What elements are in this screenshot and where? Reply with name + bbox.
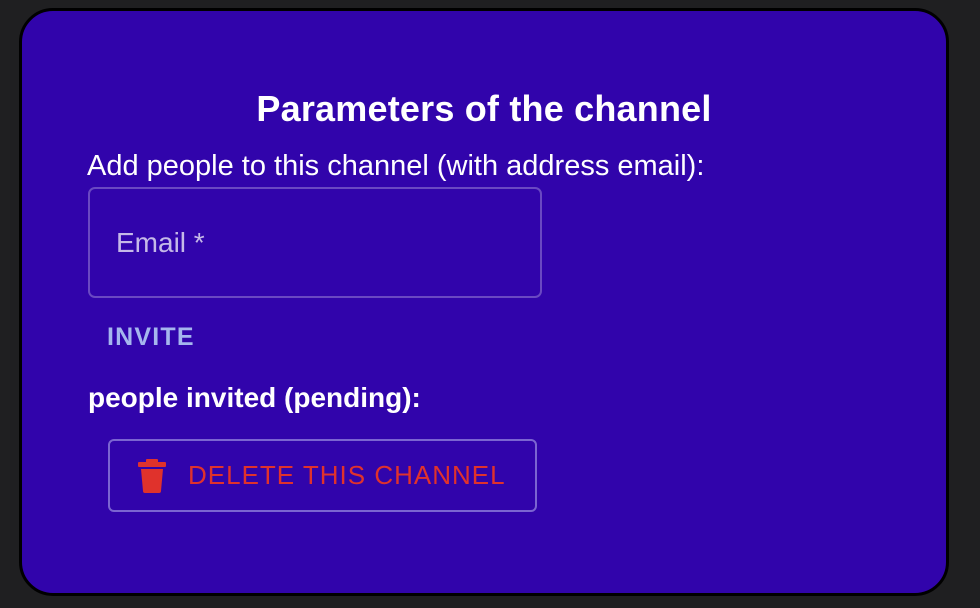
- email-field[interactable]: [88, 187, 542, 298]
- channel-parameters-dialog: Parameters of the channel Add people to …: [19, 8, 949, 596]
- delete-channel-button[interactable]: DELETE THIS CHANNEL: [108, 439, 537, 512]
- email-input[interactable]: [90, 189, 540, 296]
- delete-channel-label: DELETE THIS CHANNEL: [188, 460, 506, 490]
- pending-invites-label: people invited (pending):: [88, 382, 421, 413]
- add-people-instructions: Add people to this channel (with address…: [87, 150, 705, 182]
- invite-button[interactable]: INVITE: [91, 314, 211, 360]
- trash-icon: [138, 458, 166, 493]
- dialog-title: Parameters of the channel: [256, 88, 712, 129]
